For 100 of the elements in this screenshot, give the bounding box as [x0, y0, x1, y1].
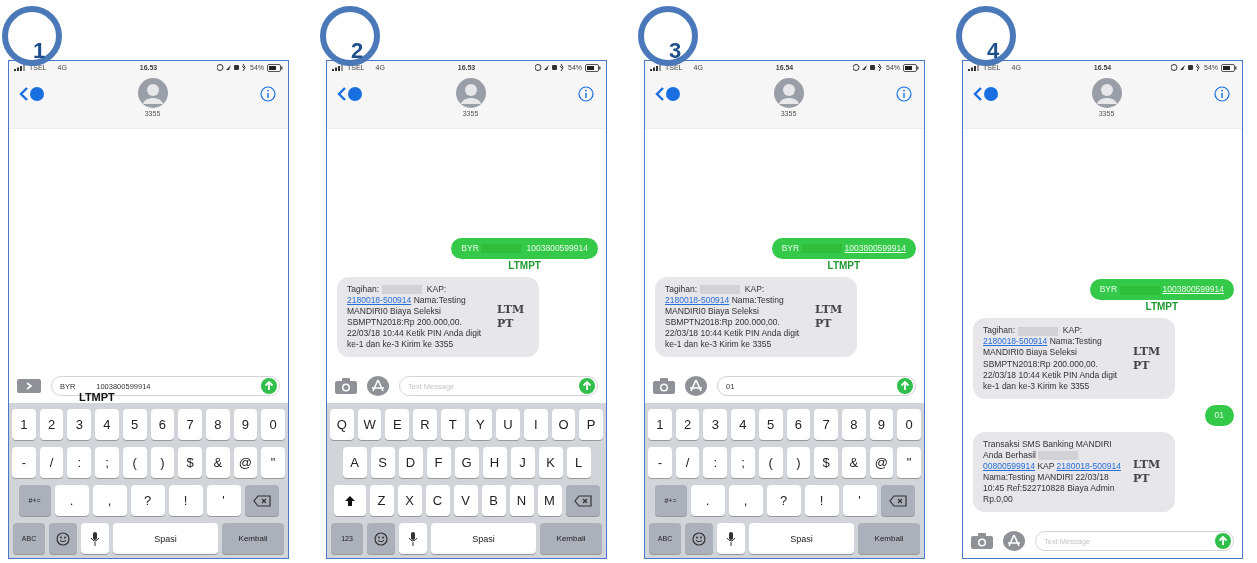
info-icon[interactable] — [1214, 86, 1230, 102]
key[interactable]: 0 — [261, 409, 285, 440]
send-icon[interactable] — [579, 378, 595, 394]
key[interactable]: O — [551, 409, 576, 440]
key[interactable]: R — [413, 409, 437, 440]
key[interactable]: I — [523, 409, 548, 440]
key[interactable]: 8 — [841, 409, 866, 440]
key[interactable]: ? — [766, 485, 801, 516]
key[interactable]: 4 — [731, 409, 755, 440]
key[interactable]: & — [205, 447, 230, 478]
return-key[interactable]: Kembali — [858, 523, 920, 554]
key[interactable]: C — [425, 485, 450, 516]
camera-icon[interactable] — [971, 533, 993, 549]
info-icon[interactable] — [896, 86, 912, 102]
back-icon[interactable] — [337, 86, 363, 102]
key[interactable]: U — [496, 409, 520, 440]
key[interactable]: ' — [206, 485, 241, 516]
app-store-icon[interactable] — [367, 376, 389, 396]
key[interactable]: ; — [95, 447, 119, 478]
space-key[interactable]: Spasi — [431, 523, 536, 554]
key[interactable]: 7 — [814, 409, 838, 440]
key[interactable]: , — [92, 485, 127, 516]
key[interactable]: ( — [758, 447, 783, 478]
dictation-key[interactable] — [717, 523, 745, 554]
key[interactable]: 6 — [150, 409, 175, 440]
delete-key[interactable] — [880, 485, 915, 516]
key[interactable]: M — [537, 485, 562, 516]
key[interactable]: 7 — [178, 409, 202, 440]
key[interactable]: : — [67, 447, 92, 478]
key[interactable]: ( — [122, 447, 147, 478]
key[interactable]: ! — [168, 485, 203, 516]
return-key[interactable]: Kembali — [540, 523, 602, 554]
back-icon[interactable] — [973, 86, 999, 102]
back-icon[interactable] — [655, 86, 681, 102]
key[interactable]: : — [703, 447, 728, 478]
key[interactable]: G — [454, 447, 479, 478]
key[interactable]: " — [897, 447, 921, 478]
dictation-key[interactable] — [81, 523, 109, 554]
dictation-key[interactable] — [399, 523, 427, 554]
key[interactable]: 4 — [95, 409, 119, 440]
key[interactable]: ) — [150, 447, 175, 478]
emoji-key[interactable] — [367, 523, 395, 554]
key[interactable]: Z — [369, 485, 394, 516]
key[interactable]: Y — [468, 409, 493, 440]
key[interactable]: X — [397, 485, 422, 516]
key[interactable]: 5 — [122, 409, 147, 440]
key[interactable]: 2 — [675, 409, 700, 440]
key[interactable]: P — [579, 409, 603, 440]
key[interactable]: T — [440, 409, 465, 440]
emoji-key[interactable] — [685, 523, 713, 554]
key[interactable]: ) — [786, 447, 811, 478]
expand-icon[interactable] — [17, 379, 41, 393]
delete-key[interactable] — [565, 485, 600, 516]
message-link[interactable]: 2180018-500914 — [347, 294, 412, 305]
key[interactable]: 3 — [703, 409, 728, 440]
key[interactable]: H — [482, 447, 507, 478]
key[interactable]: 1 — [648, 409, 672, 440]
info-icon[interactable] — [578, 86, 594, 102]
key[interactable]: 2 — [39, 409, 64, 440]
key[interactable]: F — [426, 447, 451, 478]
key[interactable]: K — [538, 447, 563, 478]
key[interactable]: $ — [178, 447, 202, 478]
key[interactable]: 9 — [869, 409, 894, 440]
key[interactable]: - — [12, 447, 36, 478]
key[interactable]: - — [648, 447, 672, 478]
key[interactable]: & — [841, 447, 866, 478]
message-link[interactable]: 00800599914 — [983, 460, 1035, 471]
message-link[interactable]: 2180018-500914 — [983, 336, 1048, 347]
message-link[interactable]: 2180018-500914 — [1056, 460, 1121, 471]
key[interactable]: W — [357, 409, 382, 440]
key[interactable]: B — [481, 485, 506, 516]
info-icon[interactable] — [260, 86, 276, 102]
key[interactable]: / — [675, 447, 700, 478]
key[interactable]: V — [453, 485, 478, 516]
app-store-icon[interactable] — [1003, 531, 1025, 551]
key[interactable]: S — [370, 447, 395, 478]
key[interactable]: ; — [731, 447, 755, 478]
delete-key[interactable] — [244, 485, 279, 516]
key[interactable]: N — [509, 485, 534, 516]
key[interactable]: ? — [130, 485, 165, 516]
key[interactable]: ' — [842, 485, 877, 516]
key[interactable]: E — [385, 409, 410, 440]
send-icon[interactable] — [261, 378, 277, 394]
shift-key[interactable] — [333, 485, 366, 516]
key[interactable]: 9 — [233, 409, 258, 440]
key[interactable]: , — [728, 485, 763, 516]
key[interactable]: J — [510, 447, 535, 478]
app-store-icon[interactable] — [685, 376, 707, 396]
key[interactable]: D — [398, 447, 423, 478]
send-icon[interactable] — [1215, 533, 1231, 549]
key[interactable]: 1 — [12, 409, 36, 440]
key[interactable]: ! — [804, 485, 839, 516]
camera-icon[interactable] — [335, 378, 357, 394]
emoji-key[interactable] — [49, 523, 77, 554]
key[interactable]: L — [566, 447, 591, 478]
key[interactable]: A — [342, 447, 367, 478]
camera-icon[interactable] — [653, 378, 675, 394]
key[interactable]: 3 — [67, 409, 92, 440]
back-icon[interactable] — [19, 86, 45, 102]
key[interactable]: 0 — [897, 409, 921, 440]
